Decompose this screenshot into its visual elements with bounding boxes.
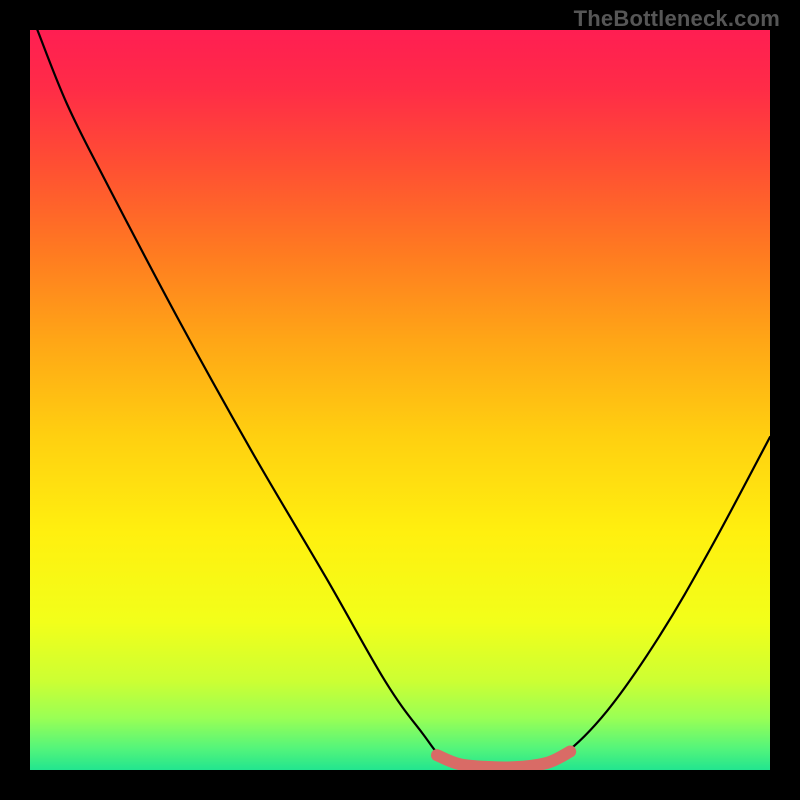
curve-layer <box>30 30 770 770</box>
highlight-optimal-range <box>437 752 570 768</box>
watermark-text: TheBottleneck.com <box>574 6 780 32</box>
bottleneck-curve <box>37 30 770 768</box>
chart-plot-area <box>30 30 770 770</box>
